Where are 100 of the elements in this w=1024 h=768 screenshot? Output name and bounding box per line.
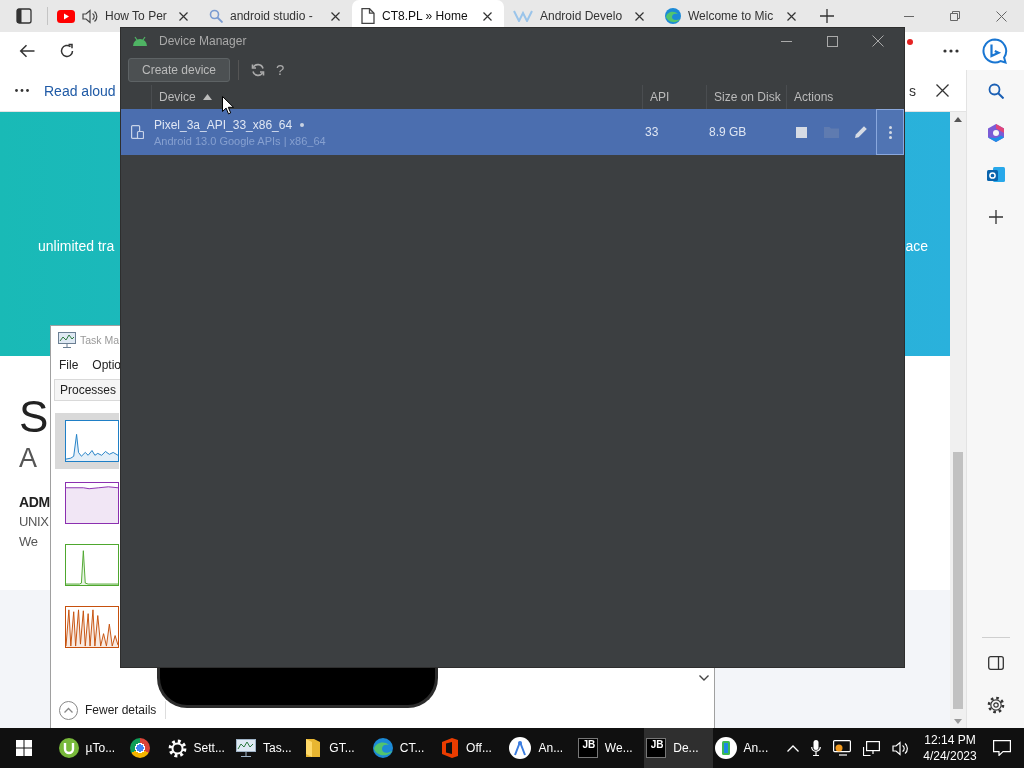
chat-bubble-logo-icon	[982, 38, 1008, 64]
toolbar-text: s	[909, 82, 916, 99]
window-title: Device Manager	[159, 34, 247, 48]
video-logo-icon	[57, 9, 75, 23]
close-icon	[935, 84, 949, 97]
window-title: Task Ma	[80, 334, 120, 346]
close-tab-icon[interactable]	[787, 11, 796, 21]
page-heading: S	[19, 394, 49, 440]
devices-icon	[130, 125, 144, 139]
scroll-up-icon[interactable]	[954, 117, 962, 122]
search-icon	[209, 9, 223, 23]
back-icon	[19, 44, 35, 58]
pencil-icon	[854, 125, 868, 139]
scrollbar-thumb[interactable]	[953, 452, 963, 709]
phone-logo-icon	[714, 737, 737, 759]
table-cell: 8.9 GB	[709, 125, 747, 139]
zigzag-logo-icon	[513, 10, 533, 22]
more-icon	[15, 89, 29, 92]
tab[interactable]: Processes	[54, 379, 123, 401]
column-header[interactable]: Size on Disk	[714, 90, 781, 104]
monitor-chart-icon	[58, 332, 76, 348]
monitor-chart-icon	[235, 739, 256, 757]
browser-tab[interactable]: android studio -	[200, 0, 352, 27]
close-tab-icon[interactable]	[635, 11, 644, 21]
device-name: Pixel_3a_API_33_x86_64	[154, 117, 293, 132]
close-tab-icon[interactable]	[179, 11, 188, 21]
page-text: UNIX	[19, 513, 49, 531]
scrollbar[interactable]	[950, 112, 966, 728]
taskbar-app[interactable]: µTo...	[56, 728, 125, 768]
search-icon	[987, 83, 1004, 99]
speaker-icon[interactable]	[82, 8, 98, 24]
round-logo-icon	[129, 738, 150, 758]
app-badge: JB	[577, 738, 598, 758]
create-device-button[interactable]: Create device	[128, 57, 231, 82]
chevron-up-icon[interactable]	[786, 744, 799, 752]
close-tab-icon[interactable]	[483, 11, 492, 21]
taskbar-app[interactable]: An...	[507, 728, 576, 768]
taskbar-app[interactable]: An...	[712, 728, 781, 768]
notification-icon[interactable]	[992, 740, 1011, 756]
taskbar-app[interactable]: Tas...	[233, 728, 303, 768]
graph-tile[interactable]	[55, 413, 119, 469]
taskbar-app[interactable]: CT...	[370, 728, 440, 768]
read-aloud-label[interactable]: Read aloud	[44, 82, 116, 99]
add-icon	[820, 9, 834, 23]
app-badge: JB	[646, 738, 667, 758]
mail-logo-icon	[986, 166, 1005, 184]
sidebar-panel-icon	[987, 656, 1004, 670]
minimize-icon	[780, 40, 792, 42]
chevron-up-circle-icon	[59, 700, 78, 720]
refresh-icon	[251, 62, 266, 77]
robot-head-icon	[132, 36, 148, 46]
circle-logo-icon	[58, 738, 79, 758]
page-icon	[361, 8, 375, 24]
menu-item[interactable]: File	[59, 358, 79, 372]
taskbar-app[interactable]: JB We...	[575, 728, 645, 768]
close-tab-icon[interactable]	[331, 11, 340, 21]
column-header[interactable]: API	[650, 90, 670, 104]
windows-start-icon	[15, 740, 32, 756]
page-subheading: A	[19, 442, 37, 474]
fewer-details-button[interactable]: Fewer details	[59, 700, 157, 720]
swirl-logo-icon	[372, 738, 393, 758]
stop-icon	[795, 126, 807, 138]
speaker-icon[interactable]	[891, 740, 909, 756]
chevron-down-icon[interactable]	[699, 675, 709, 681]
add-icon	[988, 210, 1003, 224]
taskbar-app[interactable]: Sett...	[165, 728, 234, 768]
door-logo-icon	[441, 738, 460, 758]
clock-date[interactable]: 4/24/2023	[923, 748, 977, 764]
sort-ascending-icon[interactable]	[202, 94, 212, 100]
hexagon-logo-icon	[986, 124, 1005, 142]
close-icon	[872, 35, 884, 47]
clock-time[interactable]: 12:14 PM	[924, 732, 976, 748]
browser-tab[interactable]: How To Per	[48, 0, 200, 27]
tab-actions-icon	[15, 8, 32, 24]
device-row[interactable]: Pixel_3a_API_33_x86_64 Android 13.0 Google APIs | x86_64 33 8.9 GB	[121, 109, 904, 155]
taskbar-app[interactable]: JB De...	[644, 728, 713, 768]
microphone-icon[interactable]	[810, 740, 821, 756]
maximize-icon	[826, 35, 838, 47]
minimize-icon	[904, 15, 914, 17]
folder-icon	[304, 738, 323, 758]
notification-dot-icon	[907, 39, 913, 45]
taskbar-app[interactable]: GT...	[302, 728, 371, 768]
browser-tab[interactable]: CT8.PL » Home	[352, 0, 504, 27]
device-details: Android 13.0 Google APIs | x86_64	[154, 134, 326, 147]
monitor-alert-icon[interactable]	[832, 740, 851, 756]
taskbar-app[interactable]: Off...	[439, 728, 508, 768]
column-header[interactable]: Actions	[794, 90, 834, 104]
help-button[interactable]: ?	[269, 57, 292, 82]
banner-text: unlimited tra	[38, 238, 115, 254]
gear-icon	[167, 738, 187, 758]
menu-item[interactable]: Optio	[92, 358, 122, 372]
network-icon[interactable]	[862, 740, 880, 756]
browser-tab[interactable]: Welcome to Mic	[656, 0, 808, 27]
restore-icon	[950, 11, 960, 21]
more-icon	[943, 49, 959, 53]
page-text: We	[19, 533, 38, 551]
refresh-icon	[59, 43, 75, 59]
browser-tab[interactable]: Android Develo	[504, 0, 656, 27]
more-vertical-icon	[888, 125, 892, 139]
column-header[interactable]: Device	[159, 90, 196, 104]
